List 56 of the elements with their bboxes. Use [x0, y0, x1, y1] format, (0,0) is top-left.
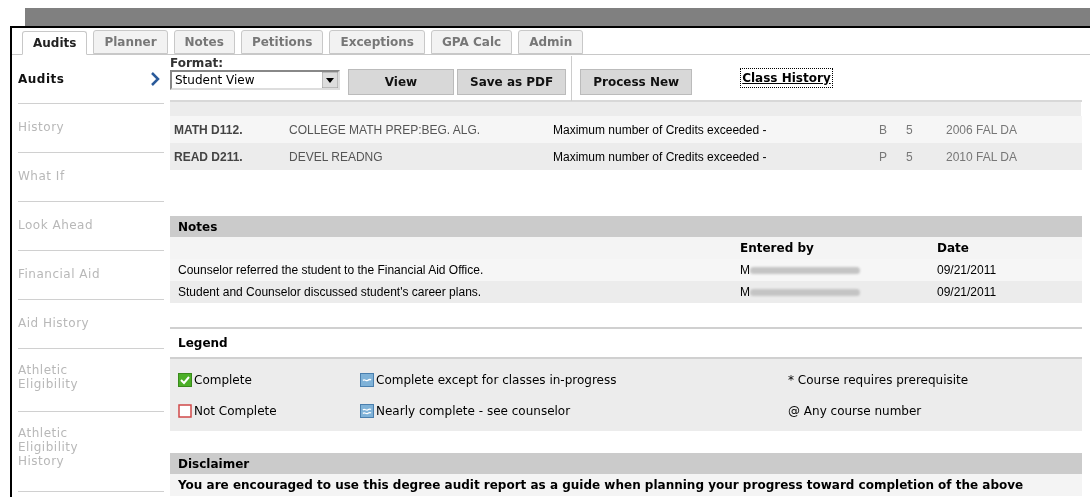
dropdown-arrow-icon [322, 72, 338, 88]
legend-label: Not Complete [194, 402, 277, 420]
empty-box-icon [178, 403, 192, 418]
double-tilde-box-icon [360, 403, 374, 418]
legend-label: * Course requires prerequisite [788, 371, 969, 389]
sidebar-item[interactable]: History [18, 120, 118, 134]
legend-label: Complete [194, 371, 252, 389]
class-history-link[interactable]: Class History [740, 68, 833, 88]
table-cell-text: Maximum number of Credits exceeded - [553, 148, 768, 166]
table-cell-text: M [740, 284, 750, 301]
tab[interactable]: GPA Calc [431, 30, 513, 54]
disclaimer-text: You are encouraged to use this degree audit report as a guide when planning your progress toward completion of the above [177, 477, 1024, 494]
table-cell-text: 5 [906, 121, 914, 139]
tilde-box-icon [360, 372, 374, 387]
sidebar-item[interactable]: Audits [18, 72, 118, 86]
sidebar-item[interactable]: Financial Aid [18, 267, 118, 281]
section-header: Disclaimer [170, 453, 1082, 474]
table-cell-text: 09/21/2011 [937, 262, 997, 279]
table-cell-text: Student and Counselor discussed student's career plans. [177, 284, 483, 301]
sidebar-item[interactable]: Athletic Eligibility History [18, 426, 118, 468]
table-cell-text: READ D211. [173, 148, 244, 166]
tab[interactable]: Admin [518, 30, 584, 54]
table-cell-text: DEVEL READNG [289, 148, 384, 166]
legend-label: @ Any course number [788, 402, 922, 420]
table-cell-text: 09/21/2011 [937, 284, 997, 301]
column-header: Entered by [740, 240, 815, 257]
tab[interactable]: Exceptions [329, 30, 425, 54]
table-cell-text: 2010 FAL DA [946, 148, 1017, 166]
toolbar-button[interactable]: Save as PDF [457, 69, 567, 95]
toolbar-button[interactable]: View [348, 69, 454, 95]
table-cell-text: Counselor referred the student to the Financial Aid Office. [177, 262, 485, 279]
table-cell-text: P [879, 148, 888, 166]
table-cell-text: MATH D112. [173, 121, 244, 139]
tab[interactable]: Audits [22, 31, 88, 55]
tab[interactable]: Notes [173, 30, 235, 54]
table-cell-text: 2006 FAL DA [946, 121, 1017, 139]
table-cell-text: Maximum number of Credits exceeded - [553, 121, 768, 139]
checkmark-icon [178, 372, 192, 387]
tab[interactable]: Petitions [240, 30, 324, 54]
tab[interactable]: Planner [93, 30, 168, 54]
column-header: Date [937, 240, 969, 257]
chevron-icon [150, 72, 160, 86]
section-header: Notes [170, 216, 1082, 237]
toolbar-button[interactable]: Process New [580, 69, 693, 95]
format-dropdown[interactable]: Student View [170, 70, 340, 90]
legend-label: Complete except for classes in-progress [376, 371, 617, 389]
table-cell-text: B [879, 121, 888, 139]
format-label: Format: [170, 56, 224, 70]
table-cell-text: COLLEGE MATH PREP:BEG. ALG. [289, 121, 482, 139]
table-cell-text: 5 [906, 148, 914, 166]
legend-label: Nearly complete - see counselor [376, 402, 571, 420]
sidebar-item[interactable]: Look Ahead [18, 218, 118, 232]
sidebar-item[interactable]: What If [18, 169, 118, 183]
sidebar-item[interactable]: Aid History [18, 316, 118, 330]
table-cell-text: M [740, 262, 750, 279]
sidebar-item[interactable]: Athletic Eligibility [18, 363, 118, 391]
